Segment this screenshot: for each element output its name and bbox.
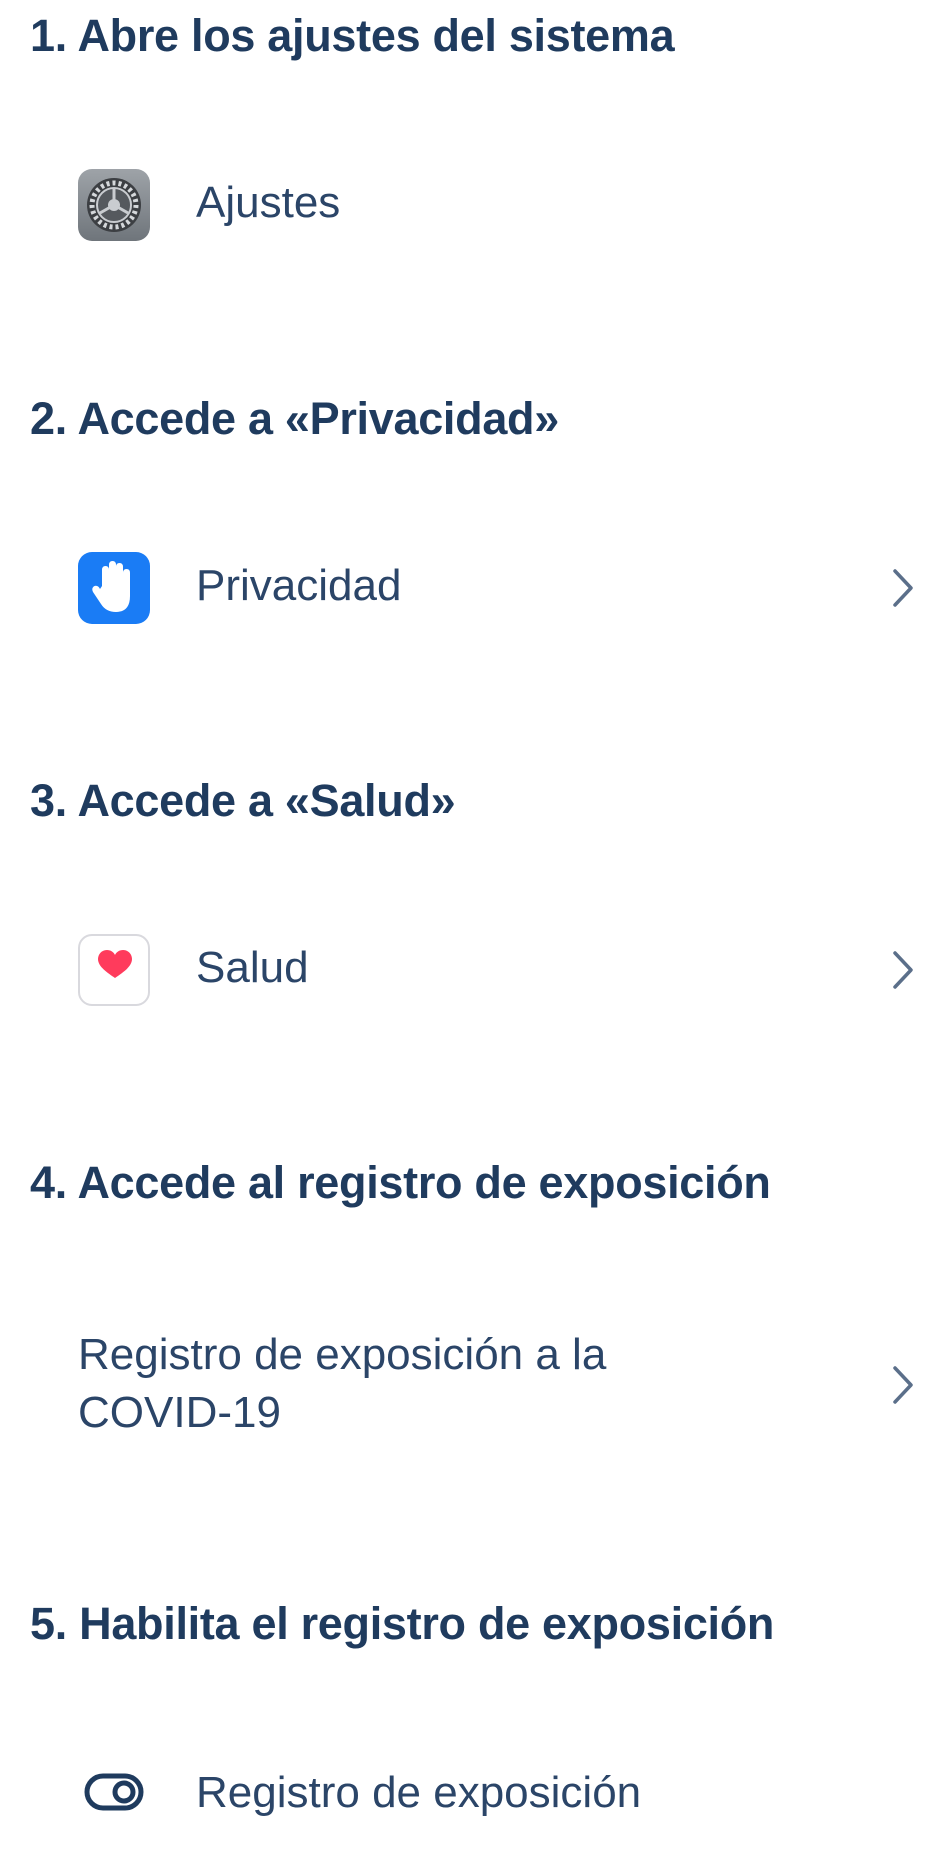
health-heart-icon: [78, 934, 150, 1006]
chevron-right-icon: [893, 951, 913, 989]
chevron-right-icon: [893, 1366, 913, 1404]
exposure-toggle-label: Registro de exposición: [196, 1768, 642, 1817]
privacy-hand-icon: [78, 552, 150, 624]
step-2-title: 2. Accede a «Privacidad»: [30, 393, 559, 444]
chevron-right-icon: [893, 569, 913, 607]
exposure-toggle-row[interactable]: Registro de exposición: [0, 1750, 942, 1840]
exposure-log-label-line2: COVID-19: [78, 1388, 281, 1437]
health-row[interactable]: Salud: [0, 925, 942, 1015]
settings-gear-icon: [78, 169, 150, 241]
health-label: Salud: [196, 943, 309, 992]
exposure-log-row[interactable]: Registro de exposición a la COVID-19: [0, 1320, 942, 1450]
step-4-title: 4. Accede al registro de exposición: [30, 1157, 771, 1208]
toggle-icon[interactable]: [84, 1772, 144, 1812]
exposure-log-label-line1: Registro de exposición a la: [78, 1330, 607, 1379]
privacy-row[interactable]: Privacidad: [0, 543, 942, 633]
privacy-label: Privacidad: [196, 561, 402, 610]
step-5-title: 5. Habilita el registro de exposición: [30, 1598, 775, 1649]
step-1-title: 1. Abre los ajustes del sistema: [30, 10, 675, 61]
exposure-log-label: Registro de exposición a la COVID-19: [78, 1326, 606, 1442]
settings-label: Ajustes: [196, 178, 341, 227]
settings-row[interactable]: Ajustes: [0, 160, 942, 250]
step-3-title: 3. Accede a «Salud»: [30, 775, 456, 826]
